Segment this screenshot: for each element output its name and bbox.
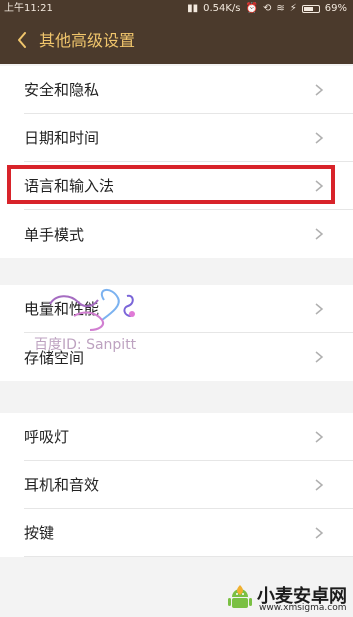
chevron-right-icon bbox=[315, 526, 324, 539]
battery-icon bbox=[301, 5, 320, 13]
settings-item-headphones-audio[interactable]: 耳机和音效 bbox=[0, 461, 353, 509]
status-time: 上午11:21 bbox=[4, 3, 53, 14]
settings-item-one-handed-mode[interactable]: 单手模式 bbox=[0, 210, 353, 258]
settings-item-language-input[interactable]: 语言和输入法 bbox=[0, 162, 353, 210]
settings-item-security-privacy[interactable]: 安全和隐私 bbox=[0, 66, 353, 114]
status-icons: ▮▮ 0.54K/s ⏰ ⟲ ≋ ⚡ 69% bbox=[187, 0, 347, 18]
signal-icon: ▮▮ bbox=[187, 3, 199, 14]
settings-item-label: 语言和输入法 bbox=[24, 177, 115, 195]
chevron-right-icon bbox=[315, 302, 324, 315]
battery-percent: 69% bbox=[324, 3, 347, 14]
settings-item-label: 耳机和音效 bbox=[24, 476, 100, 494]
status-bar: 上午11:21 ▮▮ 0.54K/s ⏰ ⟲ ≋ ⚡ 69% bbox=[0, 0, 353, 18]
settings-item-label: 存储空间 bbox=[24, 348, 85, 367]
chevron-right-icon bbox=[315, 430, 324, 443]
chevron-right-icon bbox=[315, 131, 324, 144]
chevron-right-icon bbox=[315, 179, 324, 192]
settings-item-label: 日期和时间 bbox=[24, 129, 100, 147]
settings-item-battery-performance[interactable]: 电量和性能 bbox=[0, 285, 353, 333]
settings-screen: 上午11:21 ▮▮ 0.54K/s ⏰ ⟲ ≋ ⚡ 69% 其他高级设置 安全… bbox=[0, 0, 353, 617]
alarm-icon: ⏰ bbox=[245, 3, 258, 14]
back-arrow-icon bbox=[18, 32, 26, 48]
chevron-right-icon bbox=[315, 228, 324, 240]
charging-icon: ⚡ bbox=[289, 3, 297, 14]
title-bar: 其他高级设置 bbox=[0, 18, 353, 64]
settings-item-label: 安全和隐私 bbox=[24, 81, 100, 99]
bottom-area bbox=[0, 557, 353, 617]
settings-item-label: 呼吸灯 bbox=[24, 428, 70, 446]
chevron-right-icon bbox=[315, 83, 324, 96]
settings-item-buttons[interactable]: 按键 bbox=[0, 509, 353, 557]
chevron-right-icon bbox=[315, 351, 324, 363]
settings-list: 安全和隐私 日期和时间 语言和输入法 单手模式 电量和性能 存储空间 呼吸灯 耳… bbox=[0, 64, 353, 617]
settings-item-label: 按键 bbox=[24, 524, 55, 542]
network-speed: 0.54K/s bbox=[203, 3, 241, 14]
chevron-right-icon bbox=[315, 478, 324, 491]
page-title: 其他高级设置 bbox=[39, 31, 136, 50]
section-gap bbox=[0, 381, 353, 413]
section-gap bbox=[0, 258, 353, 285]
settings-item-date-time[interactable]: 日期和时间 bbox=[0, 114, 353, 162]
settings-item-label: 电量和性能 bbox=[24, 300, 100, 318]
settings-item-label: 单手模式 bbox=[24, 225, 85, 244]
settings-item-storage[interactable]: 存储空间 bbox=[0, 333, 353, 381]
settings-item-breathing-light[interactable]: 呼吸灯 bbox=[0, 413, 353, 461]
sync-icon: ⟲ bbox=[262, 3, 272, 14]
battery-fill bbox=[303, 7, 314, 11]
back-button[interactable] bbox=[10, 28, 34, 52]
wifi-icon: ≋ bbox=[276, 3, 285, 14]
